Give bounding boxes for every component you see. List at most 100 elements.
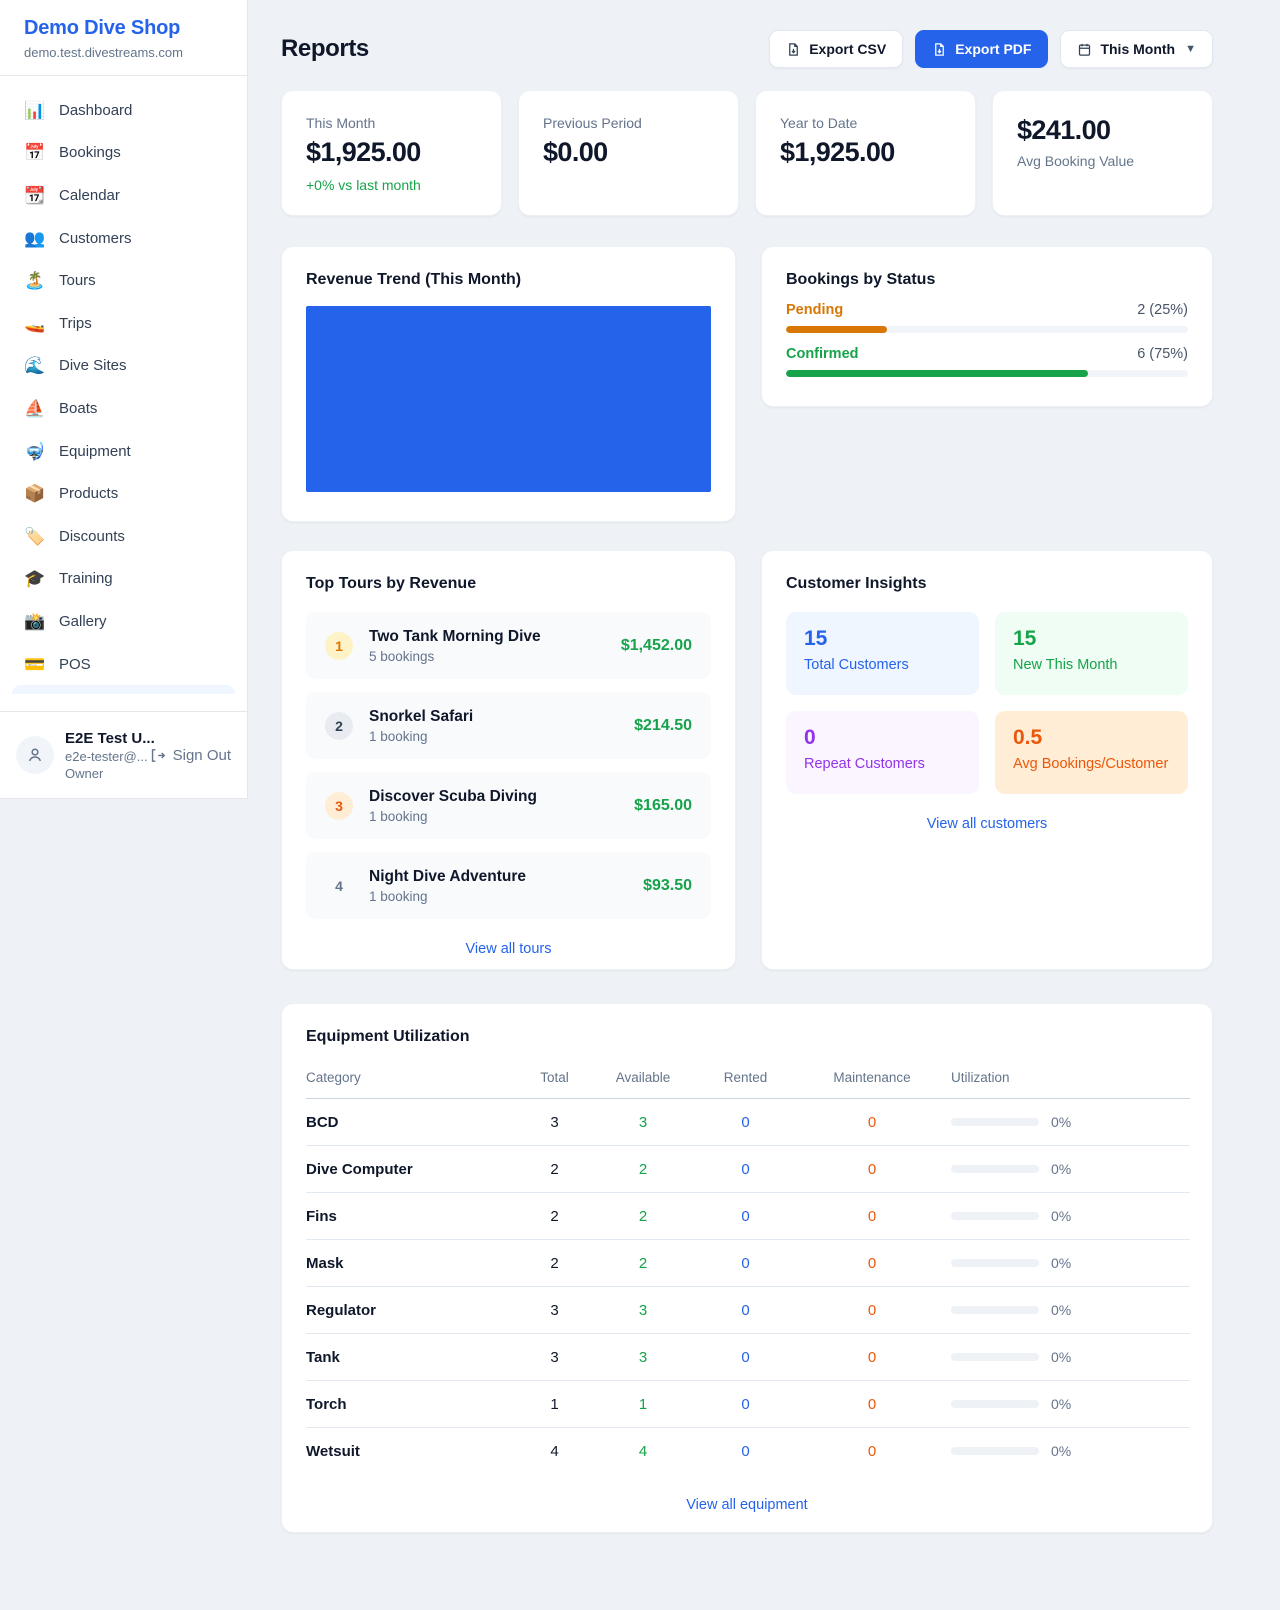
cell-rented: 0 — [698, 1193, 793, 1240]
sidebar-item-label: Calendar — [59, 187, 120, 204]
header-available: Available — [588, 1060, 698, 1099]
utilization-bar — [951, 1400, 1039, 1408]
status-group-pending: Pending 2 (25%) — [786, 302, 1188, 333]
stat-value: $0.00 — [543, 137, 714, 168]
sign-out-button[interactable]: Sign Out — [149, 747, 231, 764]
charts-row: Revenue Trend (This Month) Bookings by S… — [281, 246, 1213, 522]
user-footer: E2E Test U... e2e-tester@... Owner Sign … — [0, 711, 247, 798]
tour-revenue: $165.00 — [634, 797, 692, 815]
utilization-percent: 0% — [1051, 1349, 1071, 1365]
utilization-percent: 0% — [1051, 1443, 1071, 1459]
view-all-customers-link[interactable]: View all customers — [786, 816, 1188, 832]
export-pdf-button[interactable]: Export PDF — [915, 30, 1048, 68]
export-csv-button[interactable]: Export CSV — [769, 30, 903, 68]
progress-track — [786, 326, 1188, 333]
revenue-trend-card: Revenue Trend (This Month) — [281, 246, 736, 522]
cell-total: 3 — [521, 1099, 588, 1146]
table-row: Regulator 3 3 0 0 0% — [306, 1287, 1190, 1334]
sidebar-item-reports-partial[interactable] — [12, 685, 235, 694]
stat-value: $1,925.00 — [306, 137, 477, 168]
cell-available: 2 — [588, 1240, 698, 1287]
sidebar-item-equipment[interactable]: 🤿 Equipment — [12, 430, 235, 473]
tour-bookings: 1 booking — [369, 809, 618, 824]
sidebar-item-label: Trips — [59, 315, 92, 332]
tile-total-customers: 15 Total Customers — [786, 612, 979, 695]
tile-repeat-customers: 0 Repeat Customers — [786, 711, 979, 794]
sidebar-item-bookings[interactable]: 📅 Bookings — [12, 132, 235, 175]
stat-label: Year to Date — [780, 115, 951, 131]
stat-value: $241.00 — [1017, 115, 1188, 146]
tour-name: Night Dive Adventure — [369, 868, 627, 886]
sidebar-item-tours[interactable]: 🏝️ Tours — [12, 259, 235, 302]
table-row: Wetsuit 4 4 0 0 0% — [306, 1428, 1190, 1475]
tile-label: Repeat Customers — [804, 756, 961, 772]
tile-label: New This Month — [1013, 657, 1170, 673]
sidebar-item-products[interactable]: 📦 Products — [12, 472, 235, 515]
tour-row: 1 Two Tank Morning Dive 5 bookings $1,45… — [306, 612, 711, 679]
cell-total: 3 — [521, 1287, 588, 1334]
tour-revenue: $1,452.00 — [621, 637, 692, 655]
tour-row: 2 Snorkel Safari 1 booking $214.50 — [306, 692, 711, 759]
calendar-icon — [1077, 42, 1092, 57]
stat-label: Avg Booking Value — [1017, 153, 1188, 169]
utilization-percent: 0% — [1051, 1255, 1071, 1271]
utilization-percent: 0% — [1051, 1396, 1071, 1412]
utilization-percent: 0% — [1051, 1114, 1071, 1130]
cell-category: Torch — [306, 1381, 521, 1428]
cell-category: Dive Computer — [306, 1146, 521, 1193]
tour-name: Two Tank Morning Dive — [369, 628, 605, 646]
equipment-title: Equipment Utilization — [306, 1028, 1188, 1046]
top-tours-card: Top Tours by Revenue 1 Two Tank Morning … — [281, 550, 736, 970]
brand-block: Demo Dive Shop demo.test.divestreams.com — [0, 0, 247, 76]
rank-badge: 3 — [325, 792, 353, 820]
cell-category: Fins — [306, 1193, 521, 1240]
bookings-calendar-icon: 📅 — [24, 144, 46, 161]
cell-category: BCD — [306, 1099, 521, 1146]
sidebar-item-label: Customers — [59, 230, 132, 247]
sidebar-item-pos[interactable]: 💳 POS — [12, 643, 235, 686]
bookings-status-title: Bookings by Status — [786, 271, 1188, 289]
utilization-bar — [951, 1259, 1039, 1267]
stat-card-avg-booking-value: $241.00 Avg Booking Value — [992, 90, 1213, 216]
period-dropdown[interactable]: This Month ▼ — [1060, 30, 1213, 68]
cell-maintenance: 0 — [793, 1334, 951, 1381]
sidebar-item-discounts[interactable]: 🏷️ Discounts — [12, 515, 235, 558]
status-count: 2 (25%) — [1137, 302, 1188, 318]
utilization-percent: 0% — [1051, 1302, 1071, 1318]
rank-badge: 1 — [325, 632, 353, 660]
export-pdf-label: Export PDF — [955, 41, 1031, 57]
sidebar-item-customers[interactable]: 👥 Customers — [12, 217, 235, 260]
status-group-confirmed: Confirmed 6 (75%) — [786, 346, 1188, 377]
sidebar-item-trips[interactable]: 🚤 Trips — [12, 302, 235, 345]
status-label: Pending — [786, 302, 843, 318]
user-email: e2e-tester@... — [65, 749, 138, 764]
stat-label: Previous Period — [543, 115, 714, 131]
sidebar-item-gallery[interactable]: 📸 Gallery — [12, 600, 235, 643]
sidebar-item-label: Tours — [59, 272, 96, 289]
cell-total: 2 — [521, 1146, 588, 1193]
camera-icon: 📸 — [24, 613, 46, 630]
sidebar-item-dashboard[interactable]: 📊 Dashboard — [12, 89, 235, 132]
insight-tiles: 15 Total Customers 15 New This Month 0 R… — [786, 612, 1188, 794]
view-all-tours-link[interactable]: View all tours — [306, 941, 711, 957]
cell-category: Mask — [306, 1240, 521, 1287]
customer-insights-card: Customer Insights 15 Total Customers 15 … — [761, 550, 1213, 970]
table-row: Tank 3 3 0 0 0% — [306, 1334, 1190, 1381]
sidebar-item-training[interactable]: 🎓 Training — [12, 558, 235, 601]
cell-rented: 0 — [698, 1146, 793, 1193]
tile-value: 15 — [804, 627, 961, 651]
sidebar-item-dive-sites[interactable]: 🌊 Dive Sites — [12, 345, 235, 388]
stat-value: $1,925.00 — [780, 137, 951, 168]
equipment-utilization-card: Equipment Utilization Category Total Ava… — [281, 1003, 1213, 1533]
sidebar-item-boats[interactable]: ⛵ Boats — [12, 387, 235, 430]
sidebar-item-calendar[interactable]: 📆 Calendar — [12, 174, 235, 217]
equipment-table: Category Total Available Rented Maintena… — [306, 1060, 1190, 1475]
package-icon: 📦 — [24, 485, 46, 502]
utilization-bar — [951, 1212, 1039, 1220]
sidebar: Demo Dive Shop demo.test.divestreams.com… — [0, 0, 248, 799]
view-all-equipment-link[interactable]: View all equipment — [306, 1497, 1188, 1513]
cell-category: Regulator — [306, 1287, 521, 1334]
top-tours-title: Top Tours by Revenue — [306, 575, 711, 593]
sidebar-item-label: POS — [59, 656, 91, 673]
tour-row: 4 Night Dive Adventure 1 booking $93.50 — [306, 852, 711, 919]
